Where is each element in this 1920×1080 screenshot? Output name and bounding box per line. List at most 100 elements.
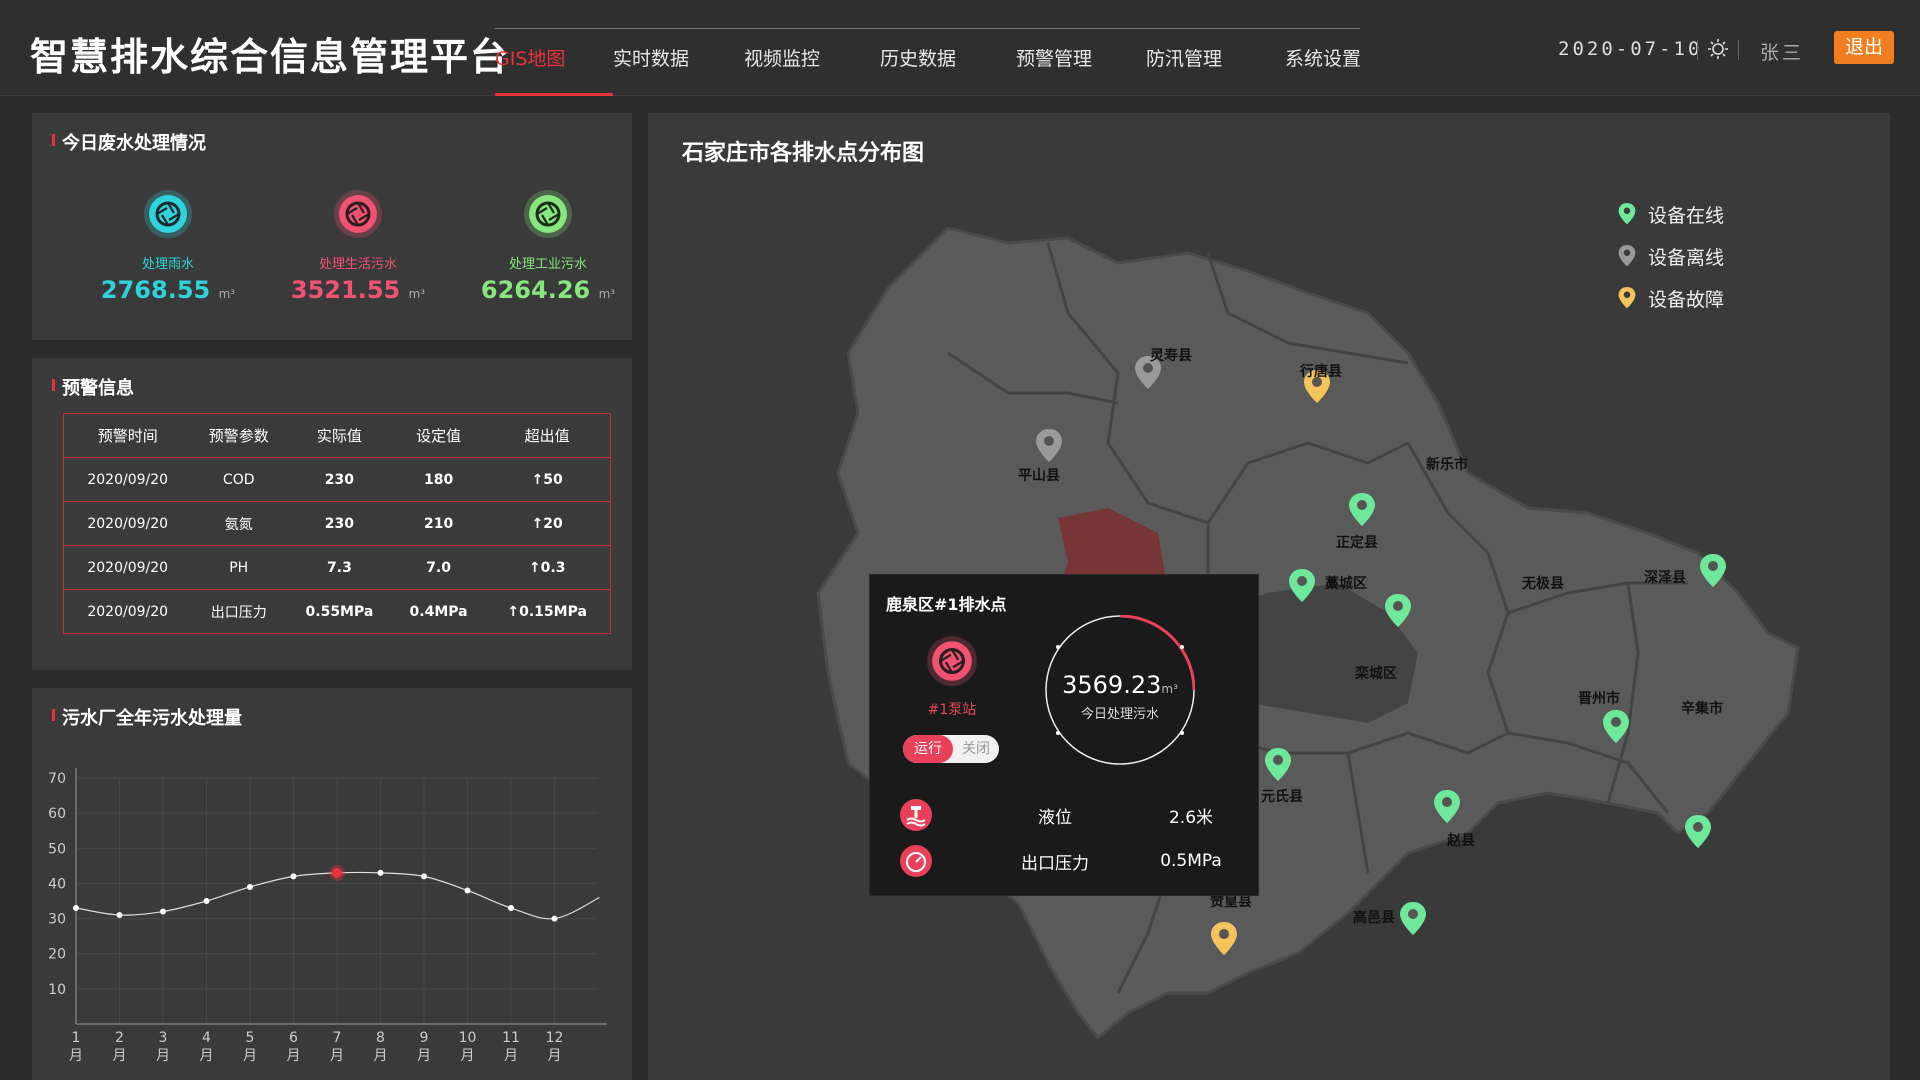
- city-label: 行唐县: [1300, 364, 1342, 380]
- table-header-row: 预警时间 预警参数 实际值 设定值 超出值: [63, 413, 611, 458]
- city-label: 辛集市: [1681, 701, 1723, 717]
- ring-number: 3569.23: [1062, 671, 1162, 699]
- x-tick-label: 11: [502, 1030, 520, 1046]
- city-label: 平山县: [1018, 468, 1060, 484]
- map-panel: 石家庄市各排水点分布图 灵寿县 行唐县 平山县 新乐市 正定县 藁城区 无极县 …: [648, 113, 1890, 1080]
- cell-setpoint: 210: [392, 501, 485, 546]
- nav-history-data[interactable]: 历史数据: [880, 44, 1016, 96]
- theme-toggle-icon[interactable]: [1707, 38, 1729, 60]
- nav-realtime-data[interactable]: 实时数据: [613, 44, 744, 96]
- aperture-icon: [334, 190, 382, 238]
- stat-label: 处理生活污水: [318, 257, 397, 272]
- cell-time: 2020/09/20: [63, 589, 192, 634]
- nav-flood-management[interactable]: 防汛管理: [1146, 44, 1285, 96]
- nav-warning-management[interactable]: 预警管理: [1016, 44, 1146, 96]
- y-tick-label: 20: [48, 947, 66, 963]
- cell-time: 2020/09/20: [63, 457, 192, 502]
- x-tick-label-unit: 月: [287, 1048, 301, 1064]
- col-header: 超出值: [484, 413, 611, 458]
- y-tick-label: 70: [48, 771, 66, 787]
- stat-value: 6264.26 m³: [458, 276, 638, 304]
- stat-number: 2768.55: [100, 276, 211, 304]
- city-label: 高邑县: [1353, 910, 1395, 926]
- pin-offline-icon: [1618, 245, 1636, 267]
- x-tick-label: 6: [289, 1030, 298, 1046]
- logout-button[interactable]: 退出: [1834, 31, 1894, 64]
- x-tick-label: 10: [459, 1030, 477, 1046]
- x-tick-label: 2: [115, 1030, 124, 1046]
- cell-time: 2020/09/20: [63, 501, 192, 546]
- wastewater-panel-title: 今日废水处理情况: [52, 129, 206, 155]
- data-point[interactable]: [73, 905, 79, 912]
- city-label: 深泽县: [1644, 570, 1686, 586]
- data-point[interactable]: [377, 869, 384, 876]
- x-tick-label-unit: 月: [504, 1048, 518, 1064]
- user-name[interactable]: 张三: [1760, 38, 1804, 65]
- x-tick-label: 9: [420, 1030, 429, 1046]
- highlight-point[interactable]: [332, 867, 342, 878]
- data-point[interactable]: [160, 908, 166, 915]
- city-label: 无极县: [1522, 576, 1564, 592]
- marker-online-icon: [1400, 902, 1426, 935]
- legend-label: 设备故障: [1648, 288, 1725, 311]
- table-row[interactable]: 2020/09/20 氨氮 230 210 ↑20: [63, 501, 611, 546]
- city-label: 灵寿县: [1150, 348, 1192, 364]
- stat-label: 处理工业污水: [508, 257, 587, 272]
- run-toggle[interactable]: 运行 关闭: [903, 735, 999, 763]
- warning-panel-title: 预警信息: [52, 374, 134, 400]
- pin-online-icon: [1618, 203, 1636, 225]
- ring-unit: m³: [1161, 682, 1178, 696]
- city-label: 栾城区: [1355, 666, 1397, 682]
- nav-gis-map[interactable]: GIS地图: [495, 44, 613, 96]
- col-header: 预警参数: [191, 413, 286, 458]
- data-point[interactable]: [290, 873, 297, 880]
- city-label: 晋州市: [1578, 691, 1620, 707]
- table-row[interactable]: 2020/09/20 PH 7.3 7.0 ↑0.3: [63, 545, 611, 590]
- data-point[interactable]: [464, 887, 471, 894]
- stat-value: 3521.55 m³: [268, 276, 448, 304]
- stat-number: 6264.26: [480, 276, 591, 304]
- cell-exceed: ↑50: [484, 457, 611, 502]
- nav-divider: [495, 28, 1360, 29]
- data-point[interactable]: [551, 915, 558, 922]
- x-tick-label: 8: [376, 1030, 385, 1046]
- annual-chart-panel: 污水厂全年污水处理量 10 20 30 40 50 60 70 1 月 2 月 3 月 4 月 5 月 6 月 7 月 8…: [32, 688, 632, 1080]
- pump-station-label: #1泵站: [927, 702, 977, 718]
- cell-param: COD: [191, 457, 286, 502]
- cell-setpoint: 180: [392, 457, 485, 502]
- current-date: 2020-07-10: [1558, 38, 1703, 60]
- legend-fault[interactable]: 设备故障: [1618, 277, 1724, 319]
- data-point[interactable]: [116, 912, 123, 919]
- stat-value: 2768.55 m³: [78, 276, 258, 304]
- toggle-off-label[interactable]: 关闭: [953, 735, 999, 763]
- x-tick-label: 5: [246, 1030, 255, 1046]
- y-tick-label: 60: [48, 806, 66, 822]
- data-point[interactable]: [203, 898, 210, 904]
- cell-actual: 230: [286, 501, 393, 546]
- stat-label: 处理雨水: [141, 257, 194, 272]
- legend-online[interactable]: 设备在线: [1618, 193, 1724, 235]
- x-tick-label-unit: 月: [461, 1048, 475, 1064]
- main-nav: GIS地图 实时数据 视频监控 历史数据 预警管理 防汛管理 系统设置: [495, 44, 1375, 96]
- data-point[interactable]: [508, 905, 514, 912]
- table-row[interactable]: 2020/09/20 出口压力 0.55MPa 0.4MPa ↑0.15MPa: [63, 589, 611, 634]
- data-point[interactable]: [247, 883, 253, 890]
- toggle-on-label[interactable]: 运行: [903, 735, 953, 763]
- col-header: 设定值: [392, 413, 485, 458]
- pressure-gauge-icon: [900, 845, 932, 877]
- stat-rainwater: 处理雨水 2768.55 m³: [78, 189, 258, 304]
- table-row[interactable]: 2020/09/20 COD 230 180 ↑50: [63, 457, 611, 502]
- legend-offline[interactable]: 设备离线: [1618, 235, 1724, 277]
- x-tick-label-unit: 月: [548, 1048, 562, 1064]
- nav-system-settings[interactable]: 系统设置: [1285, 44, 1375, 96]
- data-point[interactable]: [421, 873, 427, 880]
- ring-value: 3569.23m³: [1045, 671, 1195, 699]
- stat-unit: m³: [218, 287, 236, 301]
- cell-actual: 230: [286, 457, 393, 502]
- cell-param: 出口压力: [191, 589, 286, 634]
- aperture-icon: [144, 190, 192, 238]
- station-popup: 鹿泉区#1排水点 #1泵站 运行 关闭 3569.23m³ 今日处理污水 液位 …: [869, 574, 1259, 896]
- header-separator: [1738, 40, 1739, 60]
- x-tick-label-unit: 月: [200, 1048, 214, 1064]
- nav-video-monitor[interactable]: 视频监控: [744, 44, 880, 96]
